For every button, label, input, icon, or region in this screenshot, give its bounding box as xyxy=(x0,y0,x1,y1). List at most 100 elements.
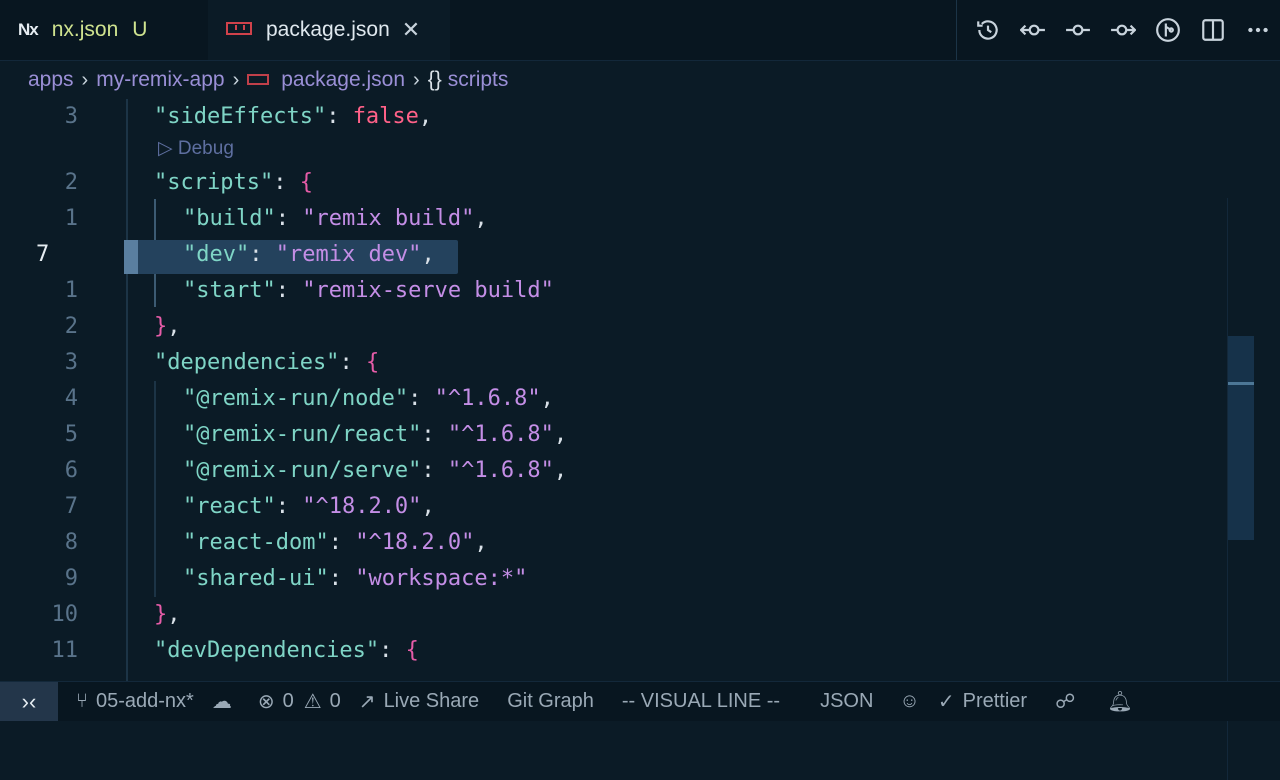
tab-bar: Nx nx.json U package.json ✕ xyxy=(0,0,1280,61)
json-value: } xyxy=(154,314,168,339)
comma: , xyxy=(540,386,554,411)
code-text: "@remix-run/serve": "^1.6.8", xyxy=(183,453,567,489)
close-icon[interactable]: ✕ xyxy=(402,17,420,43)
live-share-button[interactable]: ↗ Live Share xyxy=(359,689,479,714)
json-value: "remix build" xyxy=(302,206,475,231)
comma: , xyxy=(167,314,181,339)
vim-mode-label: -- VISUAL LINE -- xyxy=(621,690,781,712)
json-key: "@remix-run/react" xyxy=(183,422,422,447)
git-lens-icon[interactable] xyxy=(1145,0,1190,60)
comma: , xyxy=(421,242,435,267)
git-previous-change-icon[interactable] xyxy=(1010,0,1055,60)
copilot-icon: ☺ xyxy=(899,690,920,712)
json-key: "@remix-run/serve" xyxy=(183,458,422,483)
object-icon: {} xyxy=(427,68,442,91)
breadcrumb-item-apps[interactable]: apps xyxy=(28,68,74,92)
bell-icon: 🔔︎ xyxy=(1107,691,1133,713)
colon: : xyxy=(339,350,366,375)
warning-icon: ⚠ xyxy=(303,691,322,713)
comma: , xyxy=(474,206,488,231)
json-key: "shared-ui" xyxy=(183,566,329,591)
line-number: 9 xyxy=(64,566,78,591)
colon: : xyxy=(275,494,303,519)
comma: , xyxy=(421,494,435,519)
json-value: { xyxy=(405,638,419,663)
notifications-button[interactable]: 🔔︎ xyxy=(1107,689,1140,714)
json-value: "remix dev" xyxy=(275,242,422,267)
code-text: "@remix-run/react": "^1.6.8", xyxy=(183,417,567,453)
split-editor-icon[interactable] xyxy=(1190,0,1235,60)
colon: : xyxy=(275,206,303,231)
code-line[interactable]: 3 "sideEffects": false, xyxy=(0,99,1254,135)
more-actions-icon[interactable] xyxy=(1235,0,1280,60)
code-line[interactable]: 8 "react-dom": "^18.2.0", xyxy=(0,525,1254,561)
json-key: "react-dom" xyxy=(183,530,329,555)
scrollbar-marker xyxy=(1228,382,1254,385)
comma: , xyxy=(474,530,488,555)
git-next-change-icon[interactable] xyxy=(1100,0,1145,60)
code-line[interactable]: 11 "devDependencies": { xyxy=(0,633,1254,669)
code-line[interactable]: 7 "react": "^18.2.0", xyxy=(0,489,1254,525)
code-line[interactable]: 2 "scripts": { xyxy=(0,165,1254,201)
colon: : xyxy=(379,638,406,663)
code-line[interactable]: 1 "start": "remix-serve build" xyxy=(0,273,1254,309)
feedback-button[interactable]: ☍ xyxy=(1055,689,1083,714)
chevron-right-icon: › xyxy=(413,68,420,91)
colon: : xyxy=(421,458,448,483)
code-line[interactable]: 3 "dependencies": { xyxy=(0,345,1254,381)
code-line[interactable]: 2}, xyxy=(0,309,1254,345)
breadcrumb-item-symbol[interactable]: scripts xyxy=(448,68,509,92)
code-text: "build": "remix build", xyxy=(183,201,488,237)
npm-icon xyxy=(226,21,252,35)
line-number: 8 xyxy=(64,530,78,555)
breadcrumb-item-file[interactable]: package.json xyxy=(281,68,405,92)
language-mode-button[interactable]: JSON xyxy=(820,690,873,713)
live-share-icon: ↗ xyxy=(358,691,376,713)
prettier-button[interactable]: ✓ Prettier xyxy=(938,689,1027,714)
code-line[interactable]: 4 "@remix-run/node": "^1.6.8", xyxy=(0,381,1254,417)
json-value: "^1.6.8" xyxy=(434,386,541,411)
tab-label: package.json xyxy=(266,18,390,41)
line-number: 6 xyxy=(64,458,78,483)
code-line[interactable]: 6 "@remix-run/serve": "^1.6.8", xyxy=(0,453,1254,489)
json-value: "workspace:*" xyxy=(355,566,528,591)
git-commit-icon[interactable] xyxy=(1055,0,1100,60)
code-line[interactable]: 10}, xyxy=(0,597,1254,633)
problems-indicator[interactable]: ⊗ 0 ⚠ 0 xyxy=(258,689,341,714)
json-key: "dependencies" xyxy=(154,350,340,375)
code-text: "start": "remix-serve build" xyxy=(183,273,554,309)
json-value: "^1.6.8" xyxy=(447,458,554,483)
colon: : xyxy=(328,530,356,555)
copilot-button[interactable]: ☺ xyxy=(899,690,927,713)
feedback-icon: ☍ xyxy=(1055,691,1076,713)
timeline-icon[interactable] xyxy=(965,0,1010,60)
git-graph-button[interactable]: Git Graph xyxy=(507,690,594,713)
code-editor[interactable]: ▷ Debug 3 "sideEffects": false, 2 "scripts"… xyxy=(0,99,1254,780)
code-text: }, xyxy=(154,597,181,633)
git-branch-icon: ⑂ xyxy=(76,690,88,712)
colon: : xyxy=(275,278,303,303)
code-text: "dev": "remix dev", xyxy=(183,237,435,273)
line-number: 5 xyxy=(64,422,78,447)
git-graph-label: Git Graph xyxy=(507,690,594,712)
code-line[interactable]: 9 "shared-ui": "workspace:*" xyxy=(0,561,1254,597)
tab-package-json[interactable]: package.json ✕ xyxy=(208,0,450,60)
codelens-debug[interactable]: ▷ Debug xyxy=(158,136,234,162)
code-line[interactable]: 7 "dev": "remix dev", xyxy=(0,237,1254,273)
json-key: "start" xyxy=(183,278,276,303)
code-line[interactable]: 1 "build": "remix build", xyxy=(0,201,1254,237)
live-share-label: Live Share xyxy=(383,690,480,712)
code-line[interactable]: 5 "@remix-run/react": "^1.6.8", xyxy=(0,417,1254,453)
colon: : xyxy=(408,386,435,411)
branch-indicator[interactable]: ⑂ 05-add-nx* xyxy=(76,690,194,713)
json-value: "remix-serve build" xyxy=(302,278,554,303)
line-number: 2 xyxy=(64,314,78,339)
sync-indicator[interactable]: ☁ xyxy=(212,689,240,714)
remote-icon[interactable]: ›‹ xyxy=(0,682,58,721)
tab-nx-json[interactable]: Nx nx.json U xyxy=(0,0,207,60)
npm-icon xyxy=(247,73,270,85)
breadcrumb: apps › my-remix-app › package.json › {} … xyxy=(0,61,1280,99)
scrollbar-thumb[interactable] xyxy=(1228,336,1254,540)
comma: , xyxy=(553,422,568,447)
breadcrumb-item-app[interactable]: my-remix-app xyxy=(96,68,224,92)
